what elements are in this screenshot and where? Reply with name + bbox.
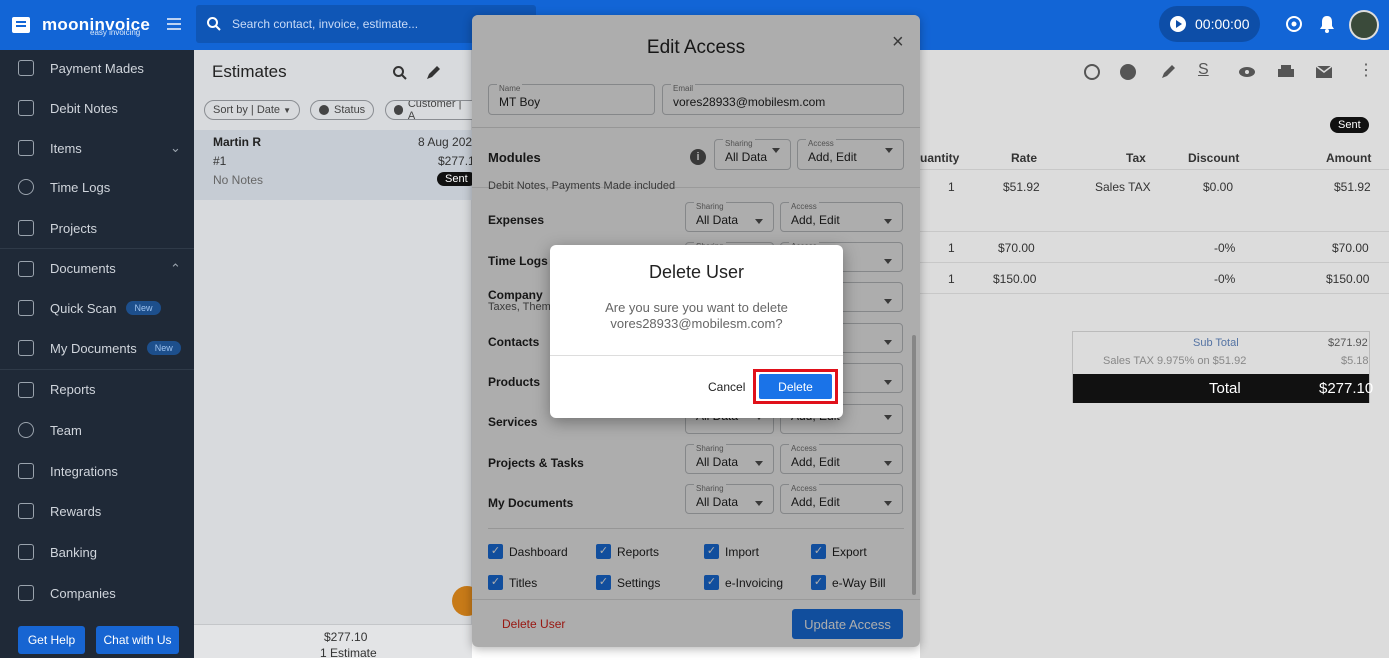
divider: [550, 355, 843, 356]
delete-button[interactable]: Delete: [759, 374, 832, 399]
dialog-message: Are you sure you want to delete vores289…: [550, 300, 843, 332]
dialog-title: Delete User: [648, 262, 745, 282]
cancel-button[interactable]: Cancel: [708, 380, 745, 394]
delete-user-dialog: Delete User Are you sure you want to del…: [550, 245, 843, 418]
dialog-message-line: vores28933@mobilesm.com?: [610, 316, 783, 331]
dialog-message-line: Are you sure you want to delete: [605, 300, 788, 315]
